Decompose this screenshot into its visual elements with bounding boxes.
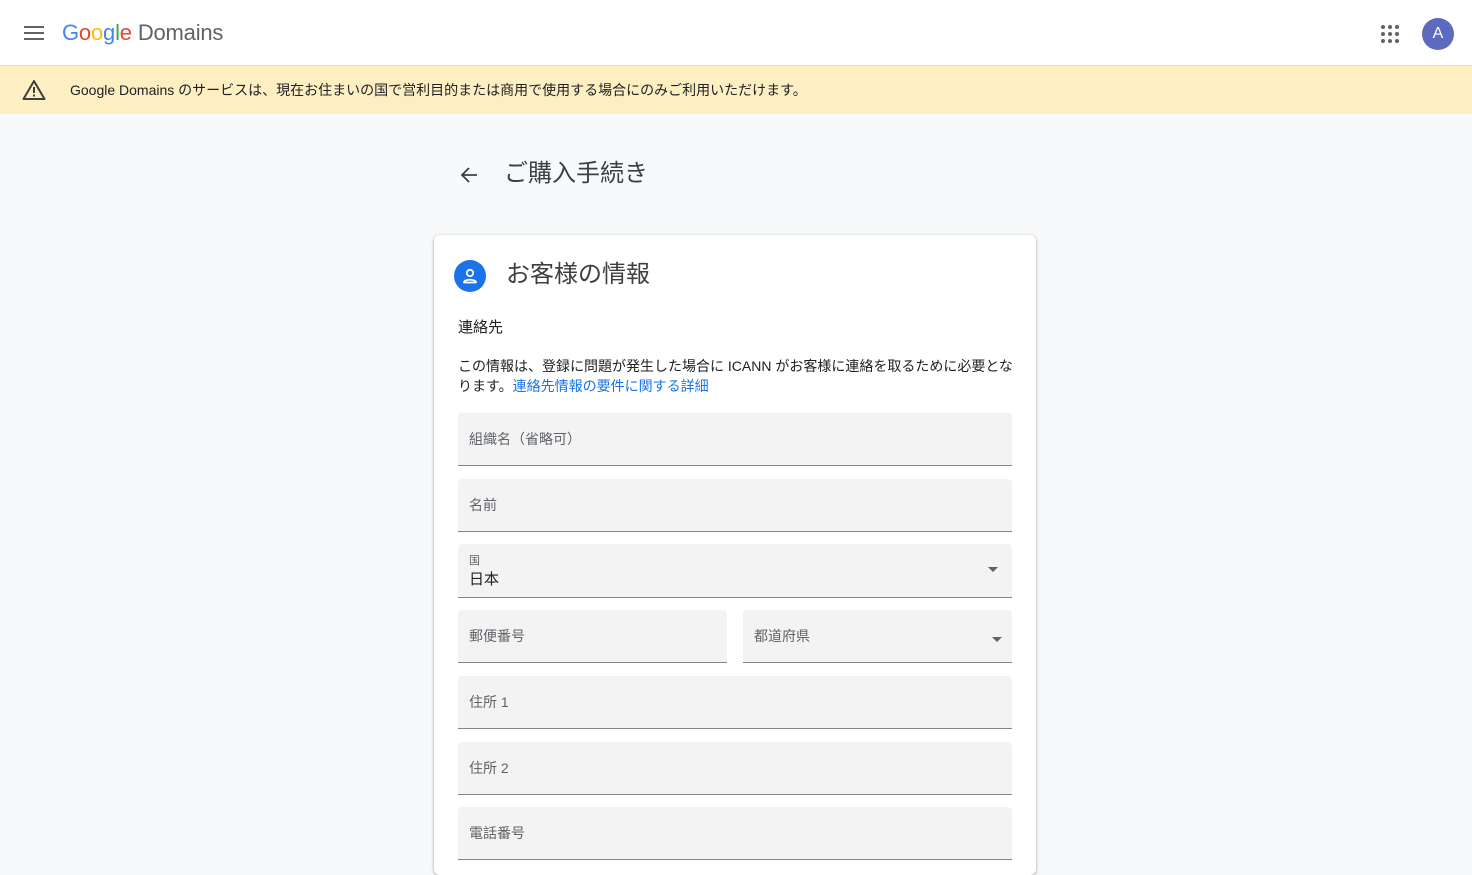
apps-grid-icon	[1381, 25, 1399, 43]
warning-icon	[22, 80, 46, 100]
country-label: 国	[469, 555, 480, 567]
address2-field[interactable]: 住所 2	[458, 742, 1012, 795]
chevron-down-icon	[992, 637, 1002, 642]
logo-letter: G	[62, 20, 79, 45]
arrow-back-icon	[460, 167, 477, 183]
postal-code-placeholder: 郵便番号	[469, 628, 525, 644]
menu-icon	[24, 26, 44, 40]
phone-field[interactable]: 電話番号	[458, 807, 1012, 860]
person-icon	[463, 268, 477, 284]
logo-product-name: Domains	[137, 20, 224, 45]
google-apps-button[interactable]	[1374, 18, 1406, 50]
prefecture-placeholder: 都道府県	[754, 628, 810, 644]
contact-description: この情報は、登録に問題が発生した場合に ICANN がお客様に連絡を取るために必…	[458, 356, 1014, 396]
customer-info-card: お客様の情報 連絡先 この情報は、登録に問題が発生した場合に ICANN がお客…	[434, 235, 1036, 875]
logo-letter: g	[103, 20, 116, 45]
name-placeholder: 名前	[469, 497, 497, 513]
country-select[interactable]: 国 日本	[458, 544, 1012, 598]
country-value: 日本	[469, 571, 500, 588]
section-heading: 連絡先	[458, 319, 504, 336]
address2-placeholder: 住所 2	[469, 760, 509, 776]
page-title: ご購入手続き	[504, 160, 648, 187]
postal-code-field[interactable]: 郵便番号	[458, 610, 727, 663]
chevron-down-icon	[988, 567, 998, 572]
back-button[interactable]	[454, 160, 484, 190]
phone-placeholder: 電話番号	[469, 825, 525, 841]
logo-letter: o	[90, 20, 104, 45]
name-field[interactable]: 名前	[458, 479, 1012, 532]
card-title: お客様の情報	[506, 261, 650, 288]
warning-banner: Google Domains のサービスは、現在お住まいの国で営利目的または商用…	[0, 66, 1472, 114]
google-domains-logo[interactable]: Google Domains	[62, 18, 223, 48]
address1-placeholder: 住所 1	[469, 694, 509, 710]
account-avatar[interactable]: A	[1422, 18, 1454, 50]
logo-letter: o	[78, 20, 91, 45]
logo-letter: e	[119, 20, 132, 45]
top-app-bar: Google Domains A	[0, 0, 1472, 66]
person-icon-badge	[454, 260, 486, 292]
main-menu-button[interactable]	[18, 17, 50, 49]
contact-requirements-link[interactable]: 連絡先情報の要件に関する詳細	[513, 378, 709, 394]
banner-message: Google Domains のサービスは、現在お住まいの国で営利目的または商用…	[70, 82, 807, 98]
prefecture-select[interactable]: 都道府県	[743, 610, 1012, 663]
organization-placeholder: 組織名（省略可）	[469, 431, 581, 447]
address1-field[interactable]: 住所 1	[458, 676, 1012, 729]
organization-field[interactable]: 組織名（省略可）	[458, 413, 1012, 466]
